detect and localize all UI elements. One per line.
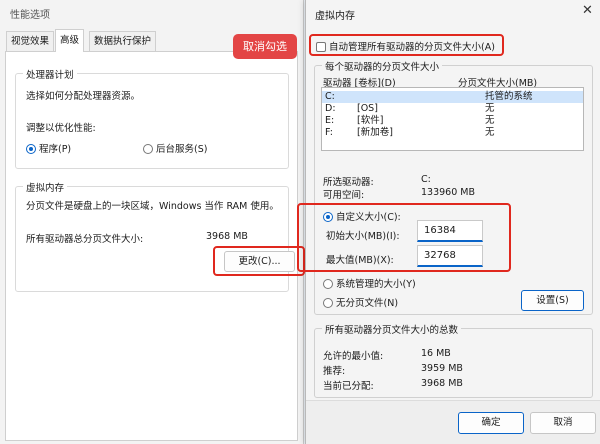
radio-programs-label: 程序(P) xyxy=(39,144,72,155)
advanced-tab-panel: 处理器计划 选择如何分配处理器资源。 调整以优化性能: 程序(P) 后台服务(S… xyxy=(5,51,305,441)
radio-selected-icon xyxy=(26,144,36,154)
drive-paging-size: 托管的系统 xyxy=(485,91,533,102)
maximum-size-label: 最大值(MB)(X): xyxy=(326,255,394,266)
initial-size-label: 初始大小(MB)(I): xyxy=(326,231,400,242)
radio-system-managed[interactable]: 系统管理的大小(Y) xyxy=(323,276,416,290)
callout-uncheck: 取消勾选 xyxy=(233,34,297,59)
drive-row[interactable]: F: [新加卷] 无 xyxy=(322,127,583,139)
group-title: 处理器计划 xyxy=(23,67,77,81)
radio-background-services[interactable]: 后台服务(S) xyxy=(143,141,207,155)
radio-custom-size[interactable]: 自定义大小(C): xyxy=(323,209,401,223)
processor-description: 选择如何分配处理器资源。 xyxy=(26,91,141,102)
drive-row[interactable]: E: [软件] 无 xyxy=(322,115,583,127)
window-title: 性能选项 xyxy=(10,10,50,21)
drive-letter: C: xyxy=(325,91,335,102)
initial-size-input[interactable]: 16384 xyxy=(417,220,483,242)
optimize-label: 调整以优化性能: xyxy=(26,123,96,134)
radio-empty-icon xyxy=(143,144,153,154)
drive-list[interactable]: C: 托管的系统 D: [OS] 无 E: [软件] 无 F: [新加卷] 无 xyxy=(321,87,584,151)
checkbox-unchecked-icon xyxy=(316,42,326,52)
total-paging-label: 所有驱动器总分页文件大小: xyxy=(26,234,144,245)
drive-paging-size: 无 xyxy=(485,103,495,114)
no-paging-label: 无分页文件(N) xyxy=(336,298,399,309)
tab-advanced[interactable]: 高级 xyxy=(55,29,85,52)
close-icon[interactable]: ✕ xyxy=(582,3,593,18)
set-button[interactable]: 设置(S) xyxy=(521,290,584,311)
ok-button[interactable]: 确定 xyxy=(458,412,524,434)
group-title: 所有驱动器分页文件大小的总数 xyxy=(322,322,462,336)
drive-row[interactable]: D: [OS] 无 xyxy=(322,103,583,115)
processor-scheduling-group: 处理器计划 选择如何分配处理器资源。 调整以优化性能: 程序(P) 后台服务(S… xyxy=(15,67,289,169)
drive-paging-size: 无 xyxy=(485,115,495,126)
system-managed-label: 系统管理的大小(Y) xyxy=(336,279,416,290)
dialog-title: 虚拟内存 xyxy=(315,11,355,22)
radio-no-paging-file[interactable]: 无分页文件(N) xyxy=(323,295,398,309)
drive-paging-size: 无 xyxy=(485,127,495,138)
drive-letter: E: xyxy=(325,115,335,126)
currently-allocated-value: 3968 MB xyxy=(421,378,463,389)
radio-programs[interactable]: 程序(P) xyxy=(26,141,71,155)
recommended-label: 推荐: xyxy=(323,366,346,377)
recommended-value: 3959 MB xyxy=(421,363,463,374)
cancel-button[interactable]: 取消 xyxy=(530,412,596,434)
virtual-memory-group: 虚拟内存 分页文件是硬盘上的一块区域，Windows 当作 RAM 使用。 所有… xyxy=(15,180,305,292)
auto-manage-checkbox[interactable]: 自动管理所有驱动器的分页文件大小(A) xyxy=(316,39,495,53)
auto-manage-label: 自动管理所有驱动器的分页文件大小(A) xyxy=(329,42,495,53)
drive-label: [OS] xyxy=(357,103,378,114)
radio-selected-icon xyxy=(323,212,333,222)
tab-visual-effects[interactable]: 视觉效果 xyxy=(6,31,55,51)
group-title: 虚拟内存 xyxy=(23,180,68,194)
selected-drive-value: C: xyxy=(421,174,431,185)
group-title: 每个驱动器的分页文件大小 xyxy=(322,59,443,73)
selected-drive-label: 所选驱动器: xyxy=(323,177,374,188)
drive-letter: D: xyxy=(325,103,336,114)
performance-options-window: 性能选项 视觉效果 高级 数据执行保护 处理器计划 选择如何分配处理器资源。 调… xyxy=(0,0,305,444)
custom-size-label: 自定义大小(C): xyxy=(336,212,401,223)
drive-row[interactable]: C: 托管的系统 xyxy=(322,91,583,103)
free-space-label: 可用空间: xyxy=(323,190,365,201)
currently-allocated-label: 当前已分配: xyxy=(323,381,374,392)
drive-label: [新加卷] xyxy=(357,127,393,138)
maximum-size-input[interactable]: 32768 xyxy=(417,245,483,267)
virtual-memory-dialog: 虚拟内存 ✕ 自动管理所有驱动器的分页文件大小(A) 每个驱动器的分页文件大小 … xyxy=(297,0,600,444)
min-allowed-label: 允许的最小值: xyxy=(323,351,384,362)
total-paging-value: 3968 MB xyxy=(206,231,248,242)
drive-label: [软件] xyxy=(357,115,384,126)
virtual-memory-description: 分页文件是硬盘上的一块区域，Windows 当作 RAM 使用。 xyxy=(26,201,279,212)
free-space-value: 133960 MB xyxy=(421,187,475,198)
min-allowed-value: 16 MB xyxy=(421,348,451,359)
change-button[interactable]: 更改(C)... xyxy=(224,251,295,272)
radio-background-label: 后台服务(S) xyxy=(156,144,208,155)
radio-empty-icon xyxy=(323,279,333,289)
radio-empty-icon xyxy=(323,298,333,308)
drive-letter: F: xyxy=(325,127,333,138)
tab-data-execution-prevention[interactable]: 数据执行保护 xyxy=(89,31,157,51)
